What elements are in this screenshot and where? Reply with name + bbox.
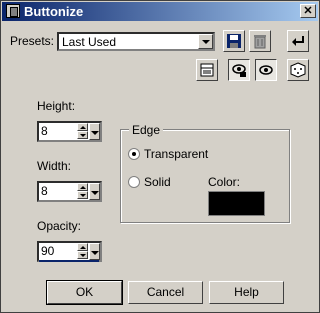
eye-lock-icon [232,64,246,77]
height-label: Height: [37,99,76,113]
height-spin-arrows [77,123,88,140]
width-value: 8 [41,184,48,198]
reset-button[interactable] [287,30,309,52]
window-title: Buttonize [24,4,84,19]
save-preset-button[interactable] [223,30,245,52]
opacity-focus-indicator [39,260,99,262]
transparent-label[interactable]: Transparent [144,147,208,161]
height-increment-button[interactable] [77,123,88,131]
floppy-disk-icon [227,34,241,48]
width-dropdown-button[interactable] [89,183,100,200]
width-increment-button[interactable] [77,183,88,191]
opacity-decrement-button[interactable] [77,251,88,259]
opacity-value: 90 [41,244,55,258]
reset-arrow-icon [292,36,304,46]
opacity-increment-button[interactable] [77,243,88,251]
preview-panel-icon [200,63,214,77]
chevron-down-icon[interactable] [198,34,213,49]
solid-radio[interactable] [128,176,140,188]
close-button[interactable]: ✕ [300,4,316,18]
proof-lock-button[interactable] [228,59,250,81]
opacity-label: Opacity: [37,219,82,233]
edge-color-swatch[interactable] [208,191,265,216]
width-spin-arrows [77,183,88,200]
eye-toggle-icon [259,65,273,75]
height-value: 8 [41,124,48,138]
randomize-button[interactable] [287,59,309,81]
app-icon [6,4,20,18]
opacity-dropdown-button[interactable] [89,243,100,260]
presets-dropdown[interactable]: Last Used [57,32,215,51]
color-label: Color: [208,175,241,189]
help-button[interactable]: Help [209,281,284,304]
title-bar[interactable]: Buttonize ✕ [2,2,318,21]
proof-button[interactable] [255,59,277,81]
cancel-button[interactable]: Cancel [128,281,203,304]
width-field[interactable]: 8 [37,181,102,202]
height-decrement-button[interactable] [77,131,88,139]
preview-toggle-button[interactable] [196,59,218,81]
opacity-field[interactable]: 90 [37,241,102,262]
dice-icon [290,62,306,78]
solid-label[interactable]: Solid [144,175,171,189]
ok-button[interactable]: OK [46,280,123,305]
edge-group-title: Edge [129,123,164,137]
buttonize-dialog: Buttonize ✕ Presets: Last Used Height: 8 [0,0,320,313]
delete-preset-button[interactable] [249,30,271,52]
presets-label: Presets: [10,34,55,48]
presets-value: Last Used [62,35,117,49]
opacity-spin-arrows [77,243,88,260]
width-label: Width: [37,159,72,173]
trash-can-icon [254,35,266,49]
height-dropdown-button[interactable] [89,123,100,140]
height-field[interactable]: 8 [37,121,102,142]
width-decrement-button[interactable] [77,191,88,199]
transparent-radio[interactable] [128,148,140,160]
